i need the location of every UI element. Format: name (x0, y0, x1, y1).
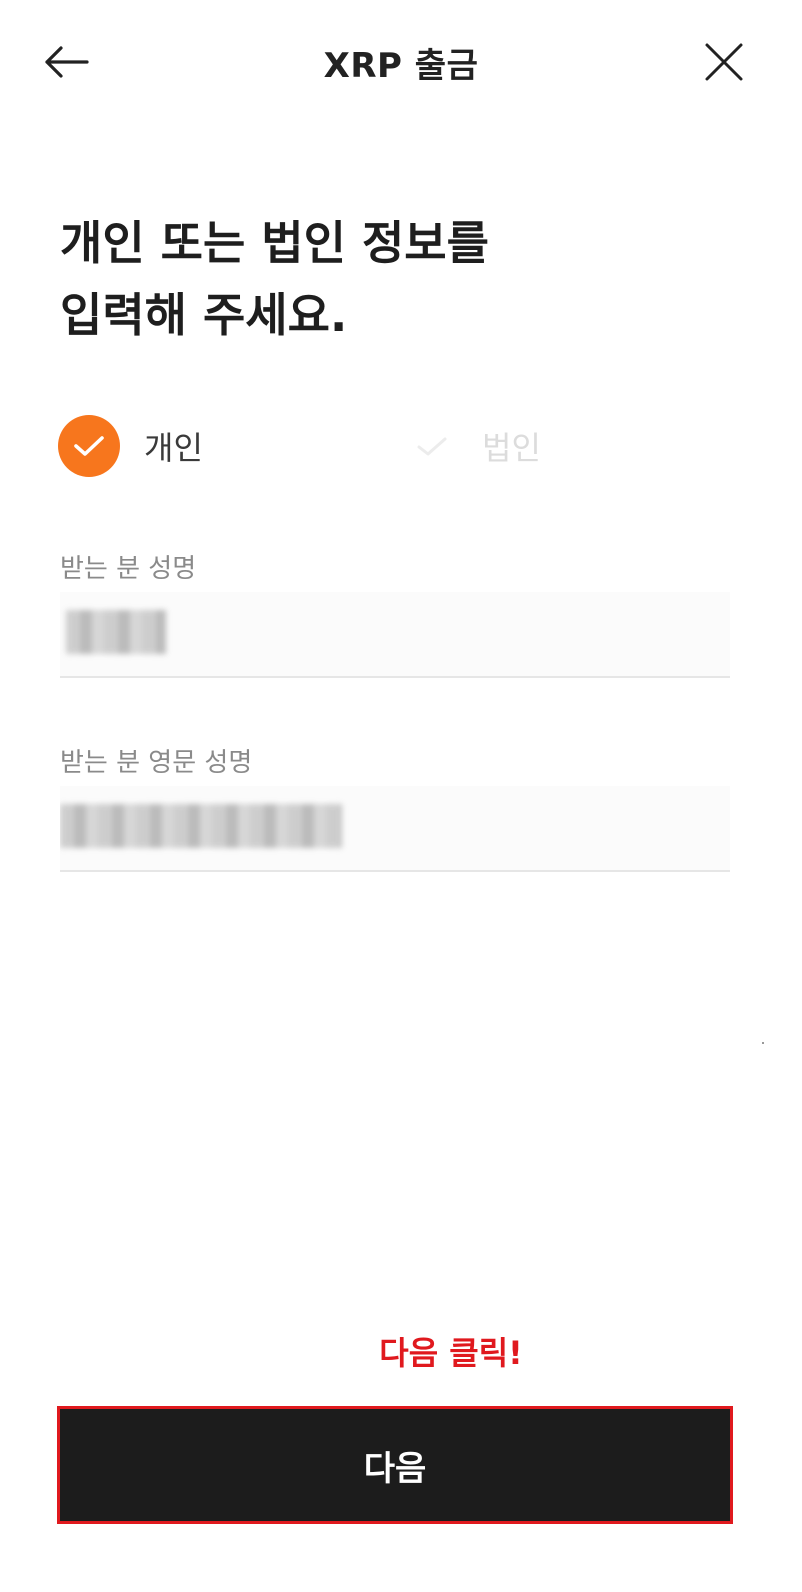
app-header: XRP 출금 (0, 0, 802, 125)
instruction-heading: 개인 또는 법인 정보를 입력해 주세요. (60, 207, 740, 351)
recipient-name-input[interactable] (60, 592, 730, 678)
check-circle-icon (58, 415, 120, 477)
type-label-corporate: 법인 (482, 429, 541, 467)
redacted-value (66, 610, 166, 654)
page-title: XRP 출금 (323, 46, 479, 86)
click-hint-annotation: 다음 클릭! (379, 1334, 523, 1372)
type-option-individual[interactable]: 개인 (58, 414, 203, 478)
recipient-english-name-label: 받는 분 영문 성명 (60, 748, 253, 778)
recipient-english-name-input[interactable] (60, 786, 730, 872)
close-button[interactable] (694, 32, 754, 92)
stray-dot (762, 1042, 764, 1044)
heading-line-1: 개인 또는 법인 정보를 (60, 216, 489, 270)
type-option-corporate[interactable]: 법인 (400, 414, 541, 478)
check-icon (400, 415, 462, 477)
type-label-individual: 개인 (144, 429, 203, 467)
next-button[interactable]: 다음 (57, 1406, 733, 1524)
heading-line-2: 입력해 주세요. (60, 288, 348, 342)
close-icon (705, 43, 743, 81)
redacted-value (60, 804, 342, 848)
recipient-name-label: 받는 분 성명 (60, 554, 197, 584)
